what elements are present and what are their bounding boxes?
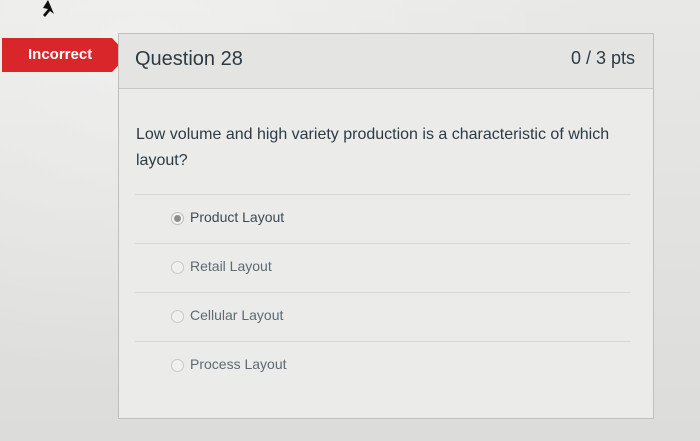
- incorrect-status-banner: Incorrect: [2, 38, 128, 72]
- incorrect-status-label: Incorrect: [28, 46, 93, 63]
- answer-option[interactable]: Cellular Layout: [135, 292, 631, 341]
- answer-label: Product Layout: [190, 209, 285, 225]
- question-text: Low volume and high variety production i…: [136, 126, 610, 169]
- answer-option[interactable]: Process Layout: [135, 341, 631, 390]
- question-header: Question 28 0 / 3 pts: [119, 34, 653, 89]
- question-card: Question 28 0 / 3 pts Low volume and hig…: [118, 33, 654, 419]
- radio-button-selected[interactable]: [171, 212, 184, 225]
- question-points: 0 / 3 pts: [570, 48, 635, 68]
- answer-label: Process Layout: [190, 356, 287, 372]
- radio-button[interactable]: [171, 310, 184, 323]
- radio-button[interactable]: [171, 261, 184, 274]
- mouse-pointer-icon: [43, 0, 54, 17]
- answer-option[interactable]: Retail Layout: [135, 243, 631, 292]
- question-title: Question 28: [135, 48, 243, 70]
- answer-label: Cellular Layout: [190, 307, 284, 323]
- radio-button[interactable]: [171, 359, 184, 372]
- answer-label: Retail Layout: [190, 258, 272, 274]
- answer-option[interactable]: Product Layout: [135, 194, 631, 243]
- answer-list: Product Layout Retail Layout Cellular La…: [135, 194, 631, 390]
